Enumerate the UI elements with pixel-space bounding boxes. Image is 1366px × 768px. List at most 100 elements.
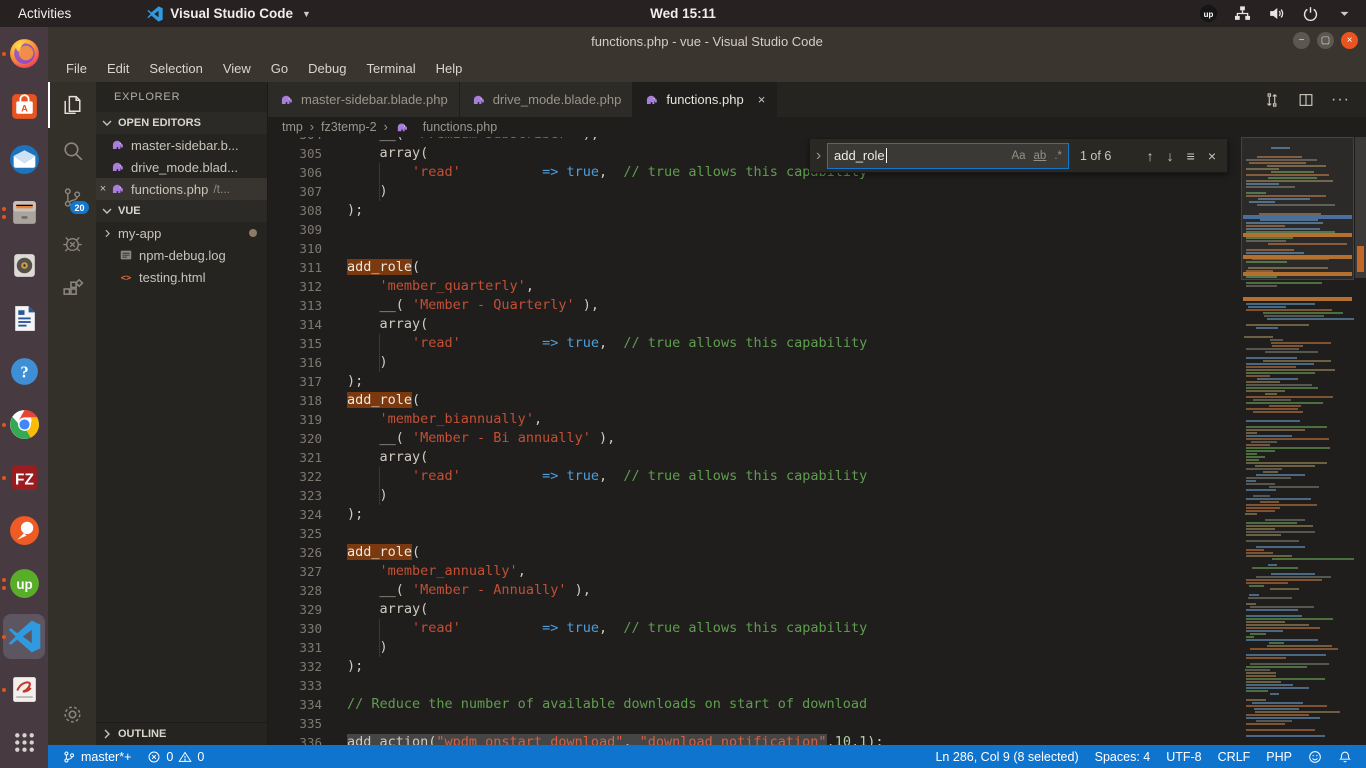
- dock-item-firefox[interactable]: [0, 27, 48, 80]
- tree-item-my-app[interactable]: my-app: [96, 222, 267, 244]
- scm-badge: 20: [70, 201, 89, 214]
- menu-debug[interactable]: Debug: [298, 57, 356, 80]
- status-indentation[interactable]: Spaces: 4: [1087, 750, 1159, 764]
- breadcrumb-item[interactable]: fz3temp-2: [321, 120, 377, 134]
- line-number: 313: [268, 296, 322, 315]
- running-dot: [2, 688, 6, 692]
- menu-view[interactable]: View: [213, 57, 261, 80]
- breadcrumb-item[interactable]: tmp: [282, 120, 303, 134]
- dock-item-ubuntu-software[interactable]: A: [0, 80, 48, 133]
- minimize-button[interactable]: −: [1293, 32, 1310, 49]
- activity-extensions[interactable]: [48, 266, 96, 312]
- git-branch-status[interactable]: master*+: [54, 750, 139, 764]
- menu-help[interactable]: Help: [426, 57, 473, 80]
- status-language-mode[interactable]: PHP: [1258, 750, 1300, 764]
- split-editor-button[interactable]: [1297, 91, 1315, 109]
- code-line: 'read' => true, // true allows this capa…: [347, 334, 867, 353]
- running-indicator: [2, 476, 6, 480]
- indent-guide: [379, 163, 380, 182]
- running-indicator: [2, 688, 6, 692]
- code-editor[interactable]: 304 __( 'Premium Subscriber' ),305 array…: [268, 137, 1366, 745]
- find-close-button[interactable]: ×: [1208, 148, 1216, 164]
- tab-functions-php[interactable]: functions.php×: [633, 82, 777, 117]
- dock-item-postman[interactable]: [0, 504, 48, 557]
- upwork-tray-icon[interactable]: up: [1199, 4, 1218, 23]
- find-in-selection-button[interactable]: ≡: [1187, 148, 1195, 164]
- maximize-button[interactable]: ▢: [1317, 32, 1334, 49]
- dock-item-libreoffice-writer[interactable]: [0, 292, 48, 345]
- line-number: 315: [268, 334, 322, 353]
- minimap[interactable]: [1241, 137, 1354, 745]
- regex-toggle[interactable]: .*: [1054, 150, 1062, 162]
- status-encoding[interactable]: UTF-8: [1158, 750, 1209, 764]
- app-menu-button[interactable]: Visual Studio Code ▼: [147, 6, 311, 22]
- dock-item-notes-app[interactable]: [0, 663, 48, 716]
- dock-item-chrome[interactable]: [0, 398, 48, 451]
- find-input[interactable]: add_role Aa ab .*: [827, 143, 1069, 169]
- filezilla-icon: FZ: [8, 461, 41, 494]
- menu-selection[interactable]: Selection: [139, 57, 212, 80]
- dock-item-show-applications[interactable]: [0, 716, 48, 768]
- window-title-bar[interactable]: functions.php - vue - Visual Studio Code…: [48, 27, 1366, 55]
- indent-guide: [379, 486, 380, 505]
- activity-manage[interactable]: [48, 691, 96, 737]
- outline-section-header[interactable]: OUTLINE: [96, 722, 267, 745]
- find-previous-button[interactable]: ↑: [1147, 148, 1154, 164]
- line-number: 330: [268, 619, 322, 638]
- whole-word-toggle[interactable]: ab: [1034, 150, 1047, 162]
- open-editor-item[interactable]: master-sidebar.b...: [96, 134, 267, 156]
- dock-item-help[interactable]: ?: [0, 345, 48, 398]
- menu-go[interactable]: Go: [261, 57, 298, 80]
- tree-item-testing-html[interactable]: <>testing.html: [96, 266, 267, 288]
- power-tray-icon[interactable]: [1301, 4, 1320, 23]
- match-case-toggle[interactable]: Aa: [1011, 150, 1025, 162]
- menu-file[interactable]: File: [56, 57, 97, 80]
- status-feedback[interactable]: [1300, 750, 1330, 764]
- code-line: );: [347, 372, 363, 391]
- system-tray[interactable]: up: [1199, 4, 1366, 23]
- volume-tray-icon[interactable]: [1267, 4, 1286, 23]
- find-next-button[interactable]: ↓: [1167, 148, 1174, 164]
- open-editor-item[interactable]: ×functions.php/t...: [96, 178, 267, 200]
- close-button[interactable]: ×: [1341, 32, 1358, 49]
- compare-changes-button[interactable]: [1263, 91, 1281, 109]
- tab-drive-mode-blade-php[interactable]: drive_mode.blade.php: [460, 82, 634, 117]
- open-editor-item[interactable]: drive_mode.blad...: [96, 156, 267, 178]
- tree-item-npm-debug-log[interactable]: npm-debug.log: [96, 244, 267, 266]
- tab-master-sidebar-blade-php[interactable]: master-sidebar.blade.php: [268, 82, 460, 117]
- close-icon[interactable]: ×: [758, 92, 766, 107]
- folder-section-header[interactable]: VUE: [96, 200, 267, 222]
- breadcrumb-item[interactable]: functions.php: [423, 120, 497, 134]
- indent-guide: [379, 353, 380, 372]
- activity-search[interactable]: [48, 128, 96, 174]
- activity-debug[interactable]: [48, 220, 96, 266]
- dock-item-files[interactable]: [0, 186, 48, 239]
- editor-scrollbar[interactable]: [1354, 137, 1366, 745]
- sidebar-title: EXPLORER: [96, 82, 267, 112]
- more-actions-button[interactable]: ···: [1331, 96, 1350, 104]
- rhythmbox-icon: [8, 249, 41, 282]
- line-number: 312: [268, 277, 322, 296]
- network-tray-icon[interactable]: [1233, 4, 1252, 23]
- activity-source-control[interactable]: 20: [48, 174, 96, 220]
- activities-button[interactable]: Activities: [0, 6, 85, 21]
- chevron-down-tray-icon[interactable]: [1335, 4, 1354, 23]
- branch-icon: [62, 750, 76, 764]
- problems-status[interactable]: 00: [139, 750, 212, 764]
- find-expand-chevron-icon[interactable]: ›: [810, 147, 827, 165]
- menu-edit[interactable]: Edit: [97, 57, 139, 80]
- menu-terminal[interactable]: Terminal: [356, 57, 425, 80]
- status-cursor-position[interactable]: Ln 286, Col 9 (8 selected): [927, 750, 1086, 764]
- dock-item-filezilla[interactable]: FZ: [0, 451, 48, 504]
- open-editors-header[interactable]: OPEN EDITORS: [96, 112, 267, 134]
- breadcrumb[interactable]: tmp›fz3temp-2›functions.php: [268, 117, 1366, 137]
- dock-item-rhythmbox[interactable]: [0, 239, 48, 292]
- status-notifications[interactable]: [1330, 750, 1360, 764]
- status-eol[interactable]: CRLF: [1210, 750, 1259, 764]
- close-icon[interactable]: ×: [96, 183, 110, 195]
- dock-item-upwork[interactable]: up: [0, 557, 48, 610]
- dock-item-vscode[interactable]: [0, 610, 48, 663]
- dock-item-thunderbird[interactable]: [0, 133, 48, 186]
- activity-explorer[interactable]: [48, 82, 96, 128]
- running-dot: [2, 215, 6, 219]
